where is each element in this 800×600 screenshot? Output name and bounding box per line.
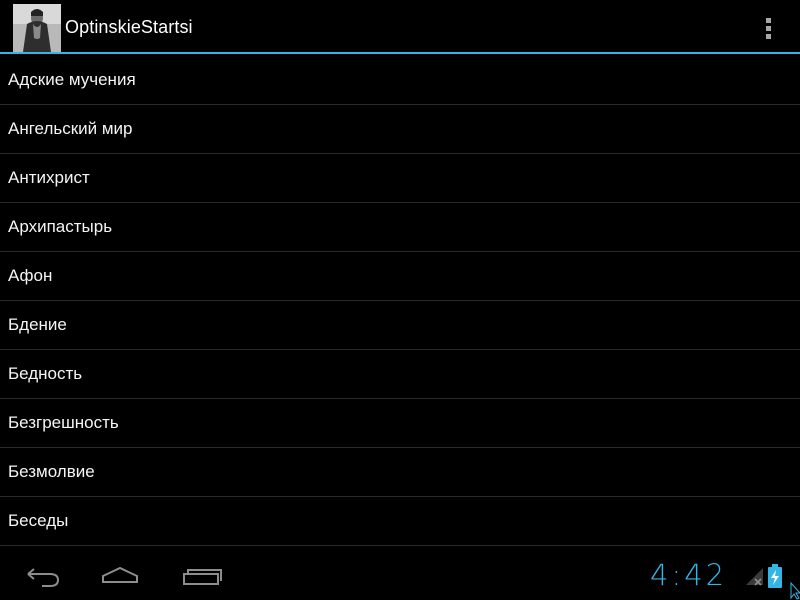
home-icon[interactable]	[96, 560, 144, 592]
list-item[interactable]: Безмолвие	[0, 448, 800, 497]
list-item-label: Безмолвие	[8, 462, 95, 481]
list-item[interactable]: Адские мучения	[0, 56, 800, 105]
list-item[interactable]: Антихрист	[0, 154, 800, 203]
list-item-label: Ангельский мир	[8, 119, 133, 138]
list-item[interactable]: Безгрешность	[0, 399, 800, 448]
list-item-label: Бедность	[8, 364, 83, 383]
app-title: OptinskieStartsi	[65, 17, 193, 37]
list-item-label: Антихрист	[8, 168, 90, 187]
back-icon[interactable]	[16, 560, 64, 592]
list-item-label: Адские мучения	[8, 70, 136, 89]
overflow-menu-icon[interactable]	[752, 12, 784, 44]
recent-apps-icon[interactable]	[176, 560, 224, 592]
list-item-label: Афон	[8, 266, 53, 285]
list-item-label: Архипастырь	[8, 217, 113, 236]
screen: OptinskieStartsi Адские мучения Ангельск…	[0, 0, 800, 600]
mouse-cursor-icon	[790, 582, 800, 600]
status-clock: 4:42	[650, 558, 728, 592]
list-item[interactable]: Бдение	[0, 301, 800, 350]
list-item-label: Бдение	[8, 315, 67, 334]
elder-portrait-icon[interactable]	[13, 4, 61, 52]
list-item-label: Безгрешность	[8, 413, 119, 432]
action-bar: OptinskieStartsi	[0, 0, 800, 54]
list-item[interactable]: Афон	[0, 252, 800, 301]
list-item[interactable]: Беседы	[0, 497, 800, 546]
signal-icon	[746, 568, 763, 586]
list-item[interactable]: Архипастырь	[0, 203, 800, 252]
list-item[interactable]: Бедность	[0, 350, 800, 399]
list-item-label: Беседы	[8, 511, 69, 530]
battery-charging-icon	[768, 564, 782, 588]
topic-list: Адские мучения Ангельский мир Антихрист …	[0, 56, 800, 546]
list-item[interactable]: Ангельский мир	[0, 105, 800, 154]
